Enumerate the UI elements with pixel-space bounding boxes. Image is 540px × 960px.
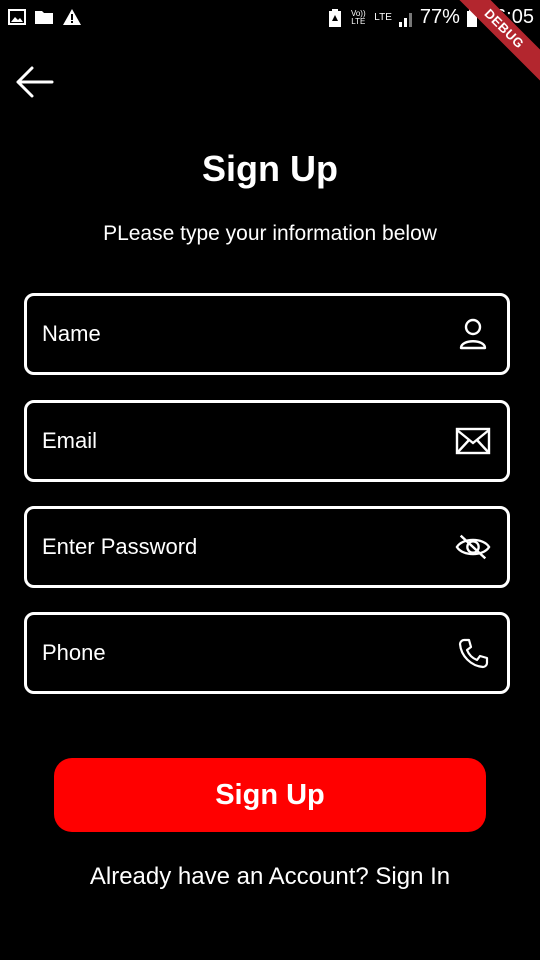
name-field[interactable] [24, 293, 510, 375]
status-bar-left [8, 8, 82, 26]
battery-percent: 77% [419, 6, 460, 28]
email-input[interactable] [27, 402, 455, 480]
lte-label: LTE [374, 11, 392, 23]
name-input[interactable] [27, 295, 455, 373]
volte-label: Vo)) LTE [350, 8, 366, 26]
sign-up-button[interactable]: Sign Up [54, 758, 486, 832]
email-field[interactable] [24, 400, 510, 482]
phone-icon [455, 635, 491, 671]
warning-icon [62, 8, 82, 26]
person-icon [455, 316, 491, 352]
battery-saver-icon [328, 8, 342, 28]
phone-field[interactable] [24, 612, 510, 694]
arrow-left-icon [14, 66, 54, 104]
password-input[interactable] [27, 508, 455, 586]
sign-in-link[interactable]: Already have an Account? Sign In [0, 863, 540, 891]
image-icon [8, 8, 26, 26]
status-bar: Vo)) LTE LTE 77% 16:05 [0, 0, 540, 36]
page-title: Sign Up [202, 148, 338, 189]
envelope-icon [455, 423, 491, 459]
phone-input[interactable] [27, 614, 455, 692]
page-subtitle: PLease type your information below [103, 222, 437, 245]
back-button[interactable] [14, 64, 58, 100]
folder-icon [34, 8, 54, 26]
signal-icon [398, 8, 414, 28]
eye-off-icon[interactable] [455, 529, 491, 565]
password-field[interactable] [24, 506, 510, 588]
